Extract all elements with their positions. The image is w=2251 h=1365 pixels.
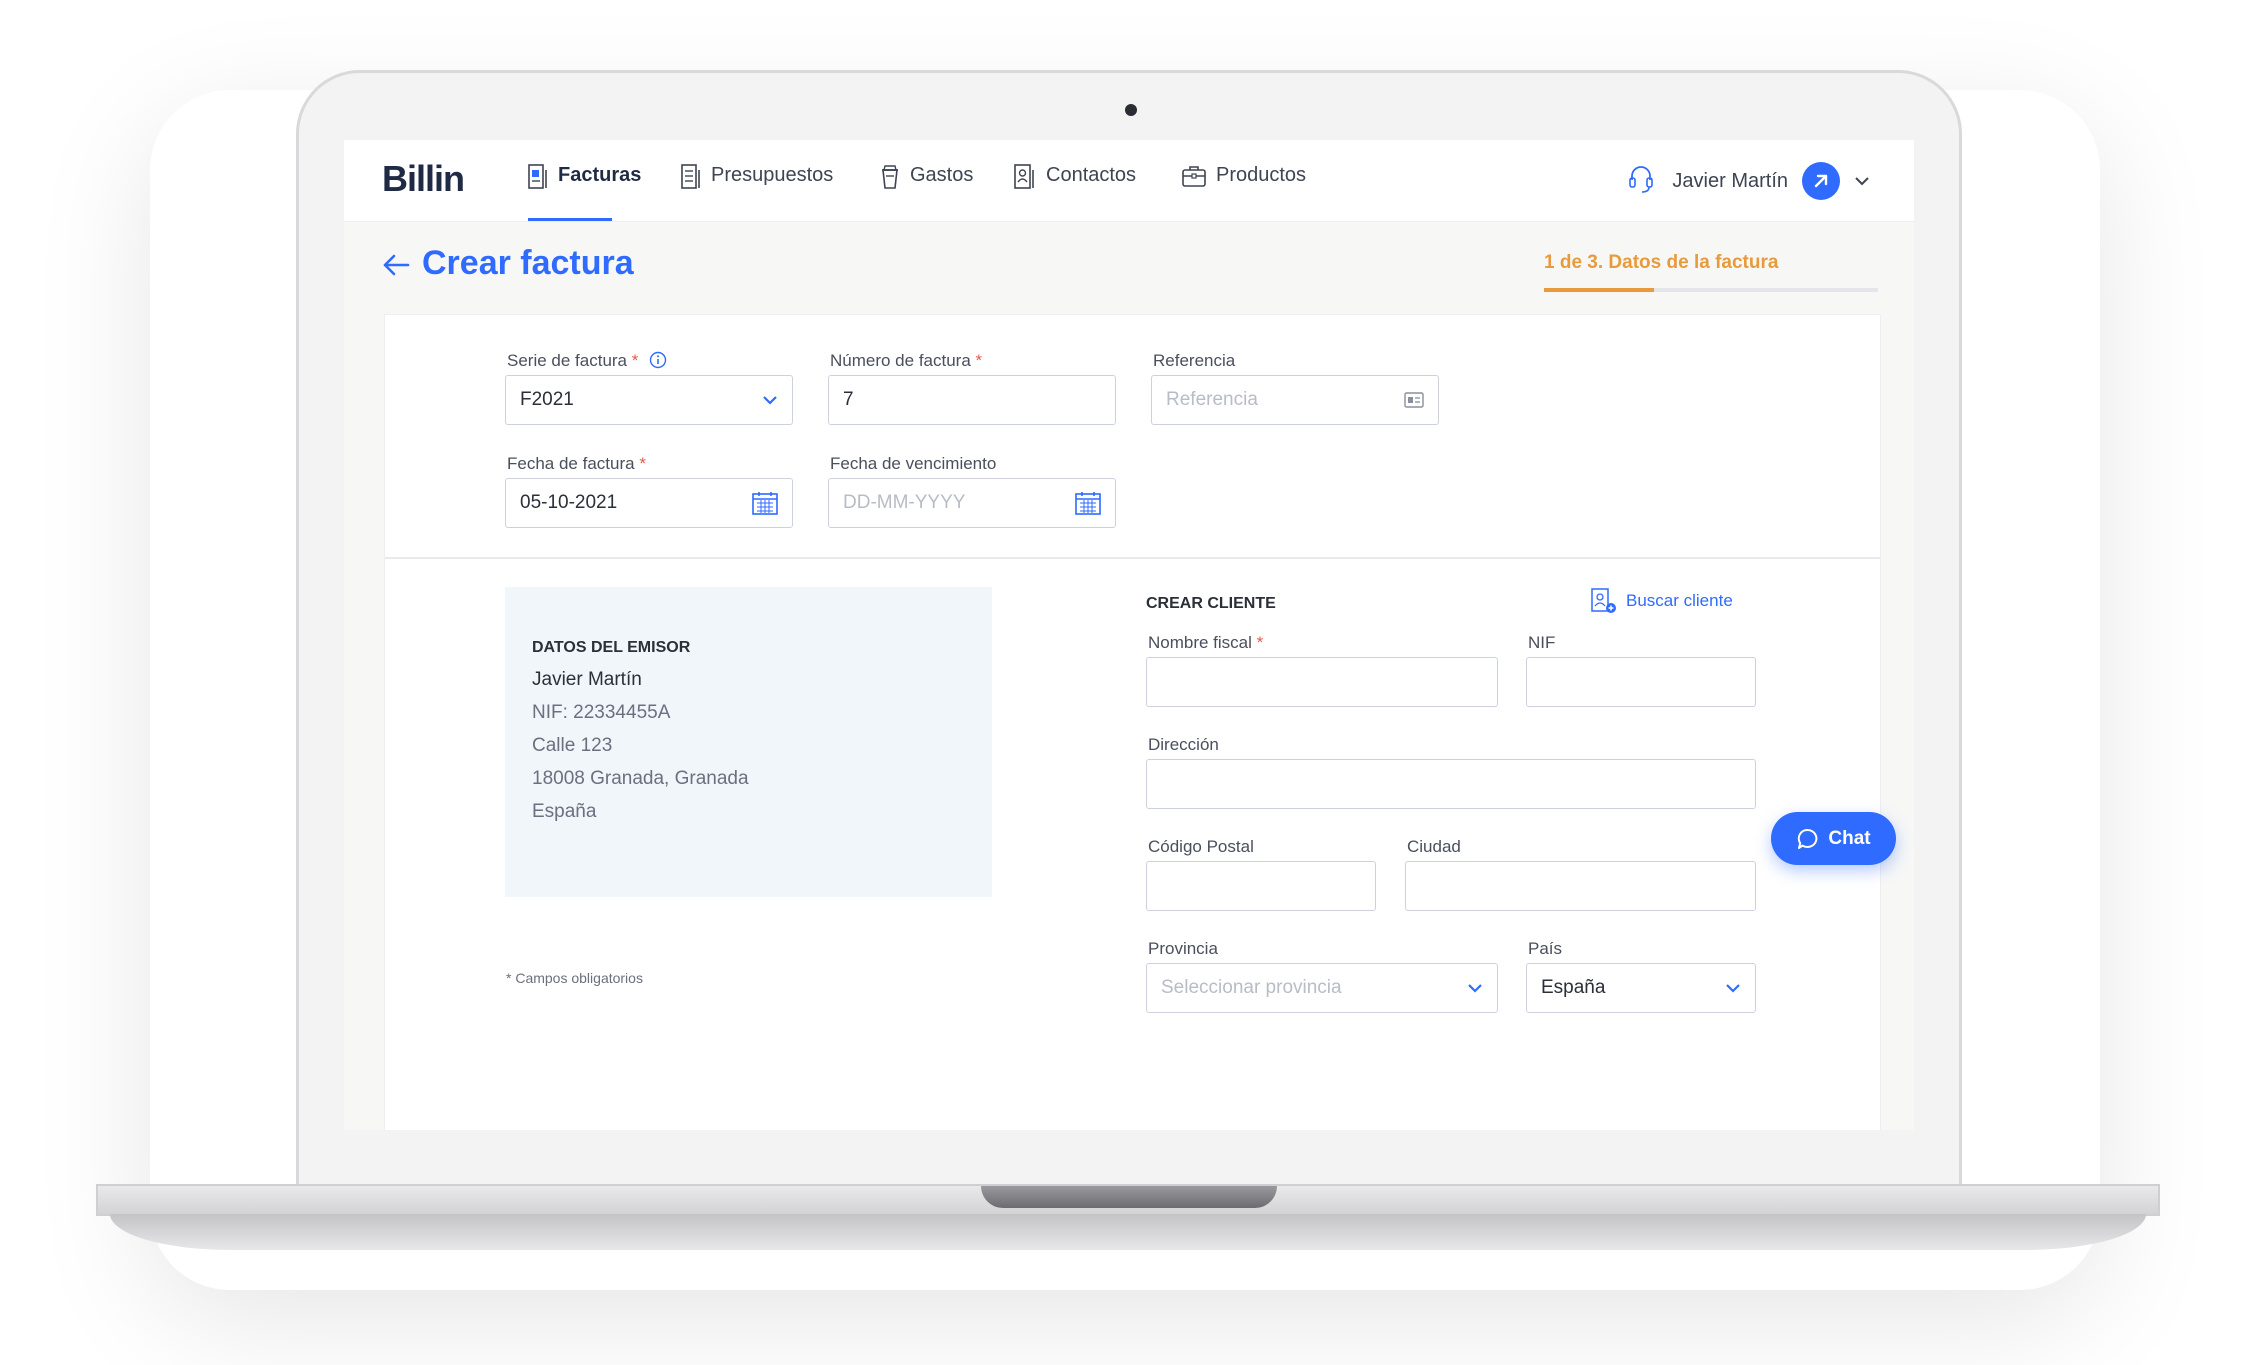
serie-select[interactable]: F2021	[505, 375, 793, 425]
referencia-placeholder: Referencia	[1166, 389, 1258, 410]
calendar-icon[interactable]	[1075, 491, 1101, 515]
chat-bubble-icon	[1798, 828, 1818, 849]
vencimiento-label: Fecha de vencimiento	[830, 454, 997, 473]
codigo-postal-label: Código Postal	[1148, 837, 1254, 856]
quote-icon	[681, 164, 700, 189]
serie-label: Serie de factura *	[507, 351, 667, 371]
buscar-cliente-label: Buscar cliente	[1626, 591, 1733, 610]
briefcase-icon	[1182, 166, 1206, 187]
info-icon[interactable]	[649, 351, 667, 369]
nif-input[interactable]	[1526, 657, 1756, 707]
ciudad-input[interactable]	[1405, 861, 1756, 911]
codigo-postal-input[interactable]	[1146, 861, 1376, 911]
issuer-street: Calle 123	[532, 735, 613, 756]
chevron-down-icon[interactable]	[1854, 176, 1870, 186]
issuer-nif: NIF: 22334455A	[532, 702, 671, 723]
required-fields-note: * Campos obligatorios	[506, 970, 643, 986]
step-indicator: 1 de 3. Datos de la factura	[1544, 252, 1779, 273]
chat-button[interactable]: Chat	[1771, 812, 1896, 865]
step-progress-track	[1544, 288, 1878, 292]
arrow-up-right-icon	[1814, 174, 1828, 188]
nav-item-productos[interactable]: Productos	[1182, 164, 1306, 221]
top-navigation: Billin Facturas Presupuestos Gastos Cont…	[344, 140, 1914, 222]
chevron-down-icon	[763, 396, 777, 405]
fecha-label: Fecha de factura *	[507, 454, 646, 473]
provincia-select[interactable]: Seleccionar provincia	[1146, 963, 1498, 1013]
issuer-city: 18008 Granada, Granada	[532, 768, 749, 789]
referencia-input[interactable]: Referencia	[1151, 375, 1439, 425]
nav-label: Contactos	[1046, 164, 1137, 186]
billin-logo[interactable]: Billin	[382, 158, 465, 200]
ciudad-label: Ciudad	[1407, 837, 1461, 856]
nav-item-facturas[interactable]: Facturas	[528, 164, 641, 221]
vencimiento-placeholder: DD-MM-YYYY	[843, 492, 966, 513]
nav-item-contactos[interactable]: Contactos	[1014, 164, 1136, 221]
pais-select[interactable]: España	[1526, 963, 1756, 1013]
nav-item-presupuestos[interactable]: Presupuestos	[681, 164, 833, 221]
cup-icon	[882, 165, 898, 189]
nav-label: Facturas	[558, 164, 642, 186]
crear-cliente-title: CREAR CLIENTE	[1146, 595, 1276, 612]
chevron-down-icon	[1468, 984, 1482, 993]
nif-label: NIF	[1528, 633, 1556, 652]
issuer-panel: DATOS DEL EMISOR Javier Martín NIF: 2233…	[505, 587, 992, 897]
app-screen: Billin Facturas Presupuestos Gastos Cont…	[344, 140, 1914, 1130]
nav-label: Gastos	[910, 164, 974, 186]
fecha-value: 05-10-2021	[520, 492, 618, 513]
back-arrow-icon[interactable]	[382, 254, 410, 276]
pais-label: País	[1528, 939, 1563, 958]
provincia-placeholder: Seleccionar provincia	[1161, 977, 1342, 998]
headset-icon	[1629, 166, 1653, 193]
main-content: Crear factura 1 de 3. Datos de la factur…	[344, 222, 1914, 1130]
referencia-label: Referencia	[1153, 351, 1236, 370]
calendar-icon[interactable]	[752, 491, 778, 515]
camera	[1125, 104, 1137, 116]
laptop-base-bottom	[110, 1214, 2146, 1250]
page-title: Crear factura	[422, 244, 634, 282]
nav-label: Productos	[1216, 164, 1307, 186]
vencimiento-input[interactable]: DD-MM-YYYY	[828, 478, 1116, 528]
chevron-down-icon	[1726, 984, 1740, 993]
nav-label: Presupuestos	[711, 164, 834, 186]
nombre-fiscal-input[interactable]	[1146, 657, 1498, 707]
user-name: Javier Martín	[1672, 169, 1788, 192]
section-divider	[385, 557, 1880, 559]
serie-value: F2021	[520, 389, 574, 410]
direccion-input[interactable]	[1146, 759, 1756, 809]
user-menu[interactable]: Javier Martín	[1672, 162, 1870, 200]
nombre-fiscal-label: Nombre fiscal *	[1148, 633, 1264, 652]
search-client-icon	[1591, 588, 1616, 613]
contact-icon	[1014, 164, 1034, 189]
avatar[interactable]	[1802, 162, 1840, 200]
direccion-label: Dirección	[1148, 735, 1219, 754]
invoice-icon	[528, 164, 547, 189]
provincia-label: Provincia	[1148, 939, 1218, 958]
invoice-form-card: Serie de factura * F2021 Número de factu…	[384, 314, 1881, 1130]
buscar-cliente-link[interactable]: Buscar cliente	[1590, 587, 1733, 615]
id-card-icon	[1404, 392, 1424, 408]
laptop-notch	[981, 1186, 1277, 1208]
numero-label: Número de factura *	[830, 351, 983, 370]
issuer-name: Javier Martín	[532, 669, 642, 690]
issuer-country: España	[532, 801, 597, 822]
numero-value: 7	[843, 389, 854, 410]
chat-label: Chat	[1828, 827, 1871, 849]
step-progress-fill	[1544, 288, 1655, 292]
numero-input[interactable]: 7	[828, 375, 1116, 425]
pais-value: España	[1541, 977, 1606, 998]
fecha-input[interactable]: 05-10-2021	[505, 478, 793, 528]
support-button[interactable]	[1628, 164, 1654, 199]
issuer-title: DATOS DEL EMISOR	[532, 639, 691, 656]
nav-item-gastos[interactable]: Gastos	[880, 164, 973, 221]
